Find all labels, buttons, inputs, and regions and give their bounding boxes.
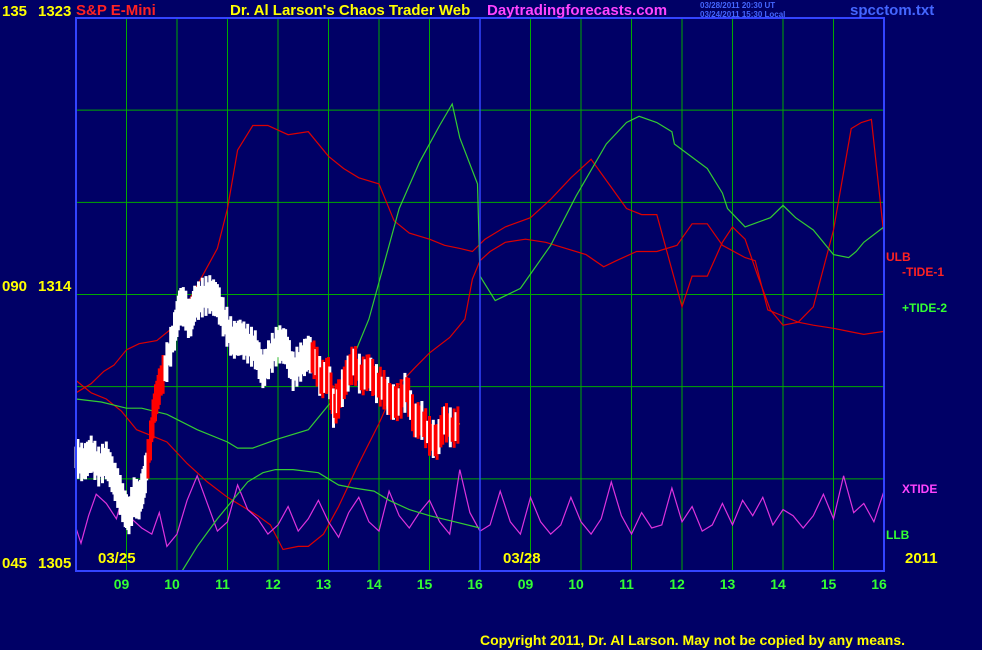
x-tick-label: 15 <box>821 576 837 592</box>
x-tick-labels: 09 10 11 12 13 14 15 16 09 10 11 12 13 14 15 16 <box>114 576 887 592</box>
x-tick-label: 14 <box>366 576 382 592</box>
x-tick-label: 11 <box>619 576 634 592</box>
legend-tide1: -TIDE-1 <box>902 265 944 279</box>
x-tick-label: 16 <box>871 576 887 592</box>
left-scale-top: 135 <box>2 3 28 20</box>
price-top: 1323 <box>38 3 72 20</box>
left-scale-bottom: 045 <box>2 555 28 572</box>
x-tick-label: 11 <box>215 576 230 592</box>
timestamp-local: 03/24/2011 15:30 Local <box>700 10 786 19</box>
price-bottom: 1305 <box>38 555 72 572</box>
x-tick-label: 12 <box>265 576 281 592</box>
legend-ulb: ULB <box>886 250 911 264</box>
x-tick-label: 12 <box>669 576 685 592</box>
timestamp-ut: 03/28/2011 20:30 UT <box>700 1 776 10</box>
site-link[interactable]: Daytradingforecasts.com <box>487 2 667 19</box>
x-tick-label: 13 <box>316 576 332 592</box>
file-name: spcctom.txt <box>850 2 935 19</box>
x-tick-label: 10 <box>164 576 180 592</box>
x-tick-label: 15 <box>417 576 433 592</box>
price-mid: 1314 <box>38 278 72 295</box>
date-start: 03/25 <box>98 550 136 567</box>
x-tick-label: 09 <box>518 576 534 592</box>
legend-tide2: +TIDE-2 <box>902 301 948 315</box>
instrument-label: S&P E-Mini <box>76 2 156 19</box>
date-next: 03/28 <box>503 550 541 567</box>
x-tick-label: 16 <box>467 576 483 592</box>
legend-llb: LLB <box>886 528 910 542</box>
x-tick-label: 13 <box>720 576 736 592</box>
legend-xtide: XTIDE <box>902 482 938 496</box>
copyright: Copyright 2011, Dr. Al Larson. May not b… <box>480 632 906 648</box>
x-tick-label: 14 <box>770 576 786 592</box>
x-tick-label: 09 <box>114 576 130 592</box>
x-tick-label: 10 <box>568 576 584 592</box>
left-scale-mid: 090 <box>2 278 28 295</box>
price-bars <box>74 275 460 535</box>
chart: 09 10 11 12 13 14 15 16 09 10 11 12 13 14 15 16 <box>74 17 887 592</box>
chart-title: Dr. Al Larson's Chaos Trader Web <box>230 2 471 19</box>
year-label: 2011 <box>905 550 938 567</box>
